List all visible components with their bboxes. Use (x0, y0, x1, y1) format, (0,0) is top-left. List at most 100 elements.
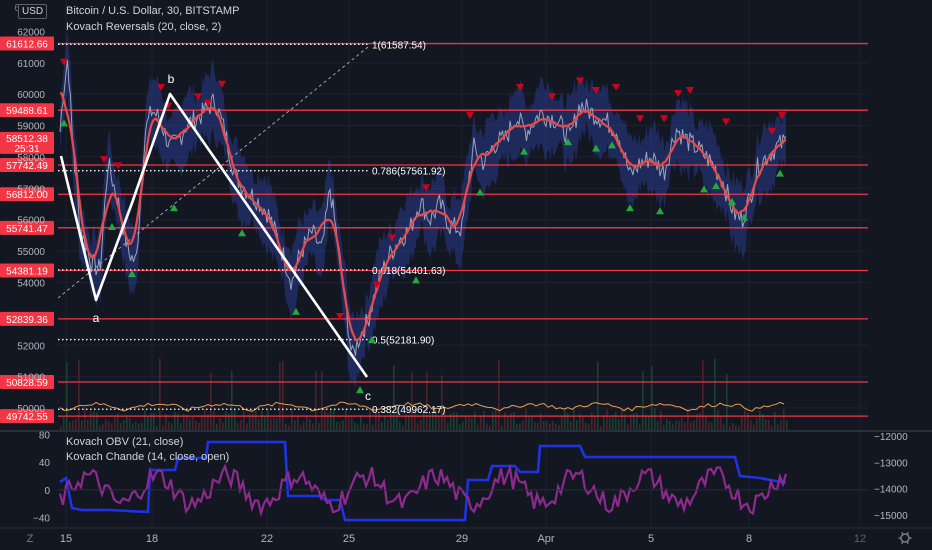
volume-bar (753, 424, 755, 430)
volume-bar (333, 409, 335, 430)
volume-bar (234, 408, 236, 430)
y-tick-label: 62000 (17, 27, 45, 38)
volume-bar (642, 371, 644, 430)
volume-bar (729, 425, 731, 430)
volume-bar (417, 423, 419, 430)
volume-bar (345, 408, 347, 430)
volume-bar (462, 422, 464, 430)
volume-bar (705, 415, 707, 430)
gear-icon-tooth (906, 541, 909, 545)
volume-bar (552, 420, 554, 430)
volume-bar (489, 425, 491, 430)
volume-bar (66, 362, 68, 430)
volume-bar (282, 361, 284, 430)
volume-bar (537, 422, 539, 430)
volume-bar (84, 408, 86, 430)
gear-icon-ring (900, 533, 910, 543)
volume-bar (528, 416, 530, 430)
volume-bar (744, 409, 746, 430)
indicator-left-tick: −40 (33, 514, 50, 525)
volume-bar (267, 409, 269, 430)
y-tick-label: 56000 (17, 216, 45, 227)
volume-bar (381, 421, 383, 430)
indicator-right-tick: −12000 (874, 432, 908, 443)
volume-bar (570, 421, 572, 430)
reversal-up-marker (412, 276, 420, 284)
volume-bar (96, 412, 98, 430)
volume-bar (222, 422, 224, 430)
volume-bar (108, 421, 110, 430)
volume-bar (690, 422, 692, 430)
volume-bar (702, 360, 704, 430)
volume-bar (786, 420, 788, 430)
volume-bar (666, 418, 668, 430)
volume-bar (105, 419, 107, 430)
volume-bar (237, 422, 239, 430)
volume-bar (360, 415, 362, 430)
volume-bar (594, 416, 596, 430)
volume-bar (303, 421, 305, 430)
chande-title: Kovach Chande (14, close, open) (66, 451, 230, 463)
volume-bar (387, 419, 389, 430)
volume-bar (204, 408, 206, 430)
volume-bar (723, 424, 725, 430)
volume-bar (255, 410, 257, 430)
pane-divider-line[interactable] (0, 430, 932, 432)
reversal-up-marker (170, 204, 178, 212)
volume-bar (480, 415, 482, 430)
wave-label-c: c (365, 389, 371, 403)
timezone-icon[interactable]: Z (27, 533, 34, 545)
volume-bar (285, 423, 287, 430)
volume-bar (123, 420, 125, 430)
volume-bar (780, 420, 782, 430)
volume-bar (336, 421, 338, 430)
volume-bar (672, 423, 674, 430)
volume-bars (59, 358, 788, 430)
x-tick-label: 8 (746, 533, 752, 545)
fib-level-label: 0.5(52181.90) (372, 336, 434, 347)
volume-bar (216, 423, 218, 430)
volume-bar (645, 414, 647, 430)
volume-bar (648, 415, 650, 430)
y-tick-label: 57000 (17, 184, 45, 195)
wave-label-a: a (93, 311, 100, 325)
volume-bar (60, 425, 62, 430)
chart-canvas[interactable]: 61612.6659488.6157742.4956812.0055741.47… (0, 0, 932, 550)
reversal-down-marker (660, 115, 668, 123)
pane-divider (0, 430, 932, 432)
volume-bar (747, 412, 749, 430)
volume-bar (735, 425, 737, 430)
level-badge-label: 59488.61 (6, 106, 48, 117)
volume-bar (597, 361, 599, 430)
x-tick-label: 5 (648, 533, 654, 545)
volume-bar (519, 423, 521, 430)
volume-bar (120, 423, 122, 430)
volume-bar (546, 420, 548, 430)
reversal-down-marker (686, 87, 694, 95)
volume-bar (342, 420, 344, 430)
y-tick-label: 50000 (17, 404, 45, 415)
volume-bar (720, 417, 722, 430)
volume-bar (132, 423, 134, 430)
volume-bar (741, 417, 743, 430)
volume-bar (318, 422, 320, 430)
volume-bar (126, 415, 128, 430)
volume-bar (81, 420, 83, 430)
volume-bar (609, 417, 611, 430)
volume-bar (684, 422, 686, 430)
volume-bar (531, 416, 533, 430)
volume-bar (93, 411, 95, 430)
volume-bar (264, 416, 266, 430)
gear-icon[interactable] (898, 531, 912, 545)
reversal-up-marker (238, 229, 246, 237)
volume-bar (522, 421, 524, 430)
currency-badge[interactable]: USD (18, 4, 48, 19)
volume-bar (525, 409, 527, 430)
volume-bar (477, 424, 479, 430)
volume-bar (576, 420, 578, 430)
indicator-title: Kovach Reversals (20, close, 2) (66, 21, 222, 33)
volume-bar (258, 418, 260, 430)
volume-bar (618, 418, 620, 430)
volume-bar (693, 420, 695, 430)
y-tick-label: 55000 (17, 247, 45, 258)
